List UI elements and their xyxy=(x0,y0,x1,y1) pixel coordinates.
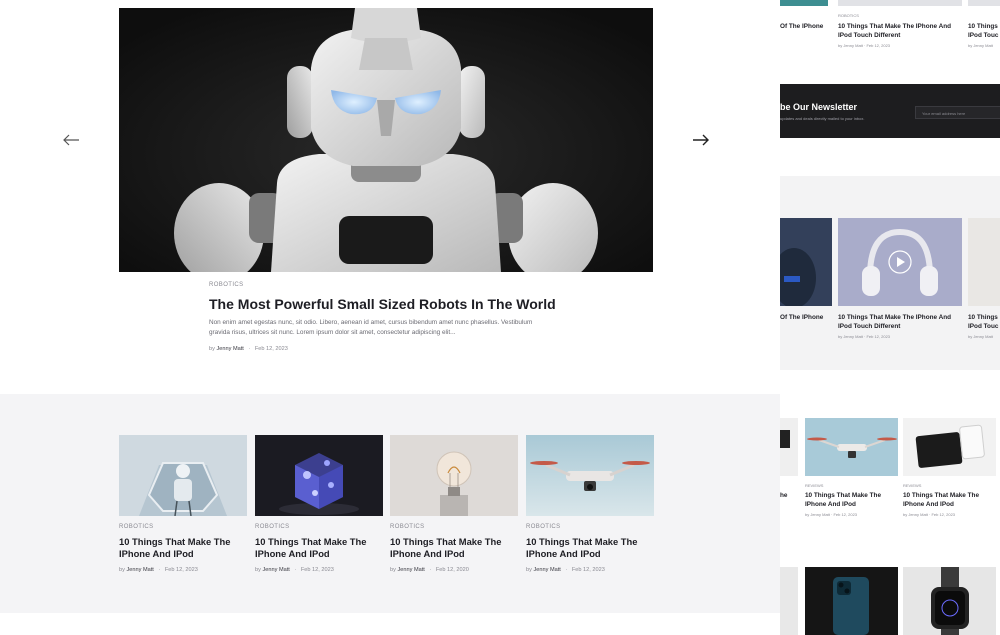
side-top-right-title-line1[interactable]: 10 Things xyxy=(968,22,998,31)
card-thumbnail-drone[interactable] xyxy=(526,435,654,516)
hero-category[interactable]: ROBOTICS xyxy=(209,282,559,288)
hero-by: by xyxy=(209,346,215,352)
post-card[interactable]: ROBOTICS 10 Things That Make The IPhone … xyxy=(390,435,518,573)
card-meta: by Jenny Matt · Feb 12, 2023 xyxy=(526,567,654,573)
hero-date: Feb 12, 2023 xyxy=(254,346,288,352)
side-top-section xyxy=(780,0,1000,84)
side-top-mid-title-line2[interactable]: IPod Touch Different xyxy=(838,31,900,40)
newsletter-subtitle: updates and deals directly mailed to you… xyxy=(780,116,865,121)
side-low-a-title-line2[interactable]: IPhone And IPod xyxy=(805,500,856,509)
card-thumbnail-light-bulb[interactable] xyxy=(390,435,518,516)
side-low-b-meta: by Jenny Matt · Feb 12, 2023 xyxy=(903,512,956,517)
side-low-left-title[interactable]: he xyxy=(780,491,787,500)
card-category[interactable]: ROBOTICS xyxy=(526,524,654,530)
meta-separator: · xyxy=(158,567,161,573)
side-low-b-title-line2[interactable]: IPhone And IPod xyxy=(903,500,954,509)
side-top-thumb[interactable] xyxy=(968,0,1000,6)
newsletter-title: be Our Newsletter xyxy=(780,102,858,112)
side-mid-thumb[interactable] xyxy=(968,218,1000,306)
side-top-right-title-line2[interactable]: IPod Touc xyxy=(968,31,998,40)
side-top-mid-title-line1[interactable]: 10 Things That Make The IPhone And xyxy=(838,22,951,31)
side-low-b-category[interactable]: REVIEWS xyxy=(903,483,921,488)
card-title[interactable]: 10 Things That Make The IPhone And IPod xyxy=(119,536,247,560)
side-low-thumb-tablet[interactable] xyxy=(903,418,996,476)
post-card[interactable]: ROBOTICS 10 Things That Make The IPhone … xyxy=(255,435,383,573)
side-preview-strip: Of The IPhone ROBOTICS 10 Things That Ma… xyxy=(780,0,1000,635)
card-title[interactable]: 10 Things That Make The IPhone And IPod xyxy=(390,536,518,560)
card-author[interactable]: Jenny Matt xyxy=(397,567,424,573)
side-mid-left-title[interactable]: Of The IPhone xyxy=(780,313,823,322)
card-date: Feb 12, 2020 xyxy=(435,567,469,573)
carousel-prev-arrow-icon[interactable] xyxy=(59,128,83,152)
side-mid-thumb-person[interactable] xyxy=(780,218,832,306)
card-category[interactable]: ROBOTICS xyxy=(119,524,247,530)
side-low-thumb[interactable] xyxy=(780,418,798,476)
card-category[interactable]: ROBOTICS xyxy=(390,524,518,530)
post-card[interactable]: ROBOTICS 10 Things That Make The IPhone … xyxy=(526,435,654,573)
side-low-b-title-line1[interactable]: 10 Things That Make The xyxy=(903,491,979,500)
card-thumbnail-robot-chair[interactable] xyxy=(119,435,247,516)
side-low-thumb-drone[interactable] xyxy=(805,418,898,476)
side-mid-mid-meta: by Jenny Matt · Feb 12, 2023 xyxy=(838,334,891,339)
card-meta: by Jenny Matt · Feb 12, 2020 xyxy=(390,567,518,573)
side-mid-mid-title-line1[interactable]: 10 Things That Make The IPhone And xyxy=(838,313,951,322)
meta-separator: · xyxy=(429,567,432,573)
post-card[interactable]: ROBOTICS 10 Things That Make The IPhone … xyxy=(119,435,247,573)
side-low-a-title-line1[interactable]: 10 Things That Make The xyxy=(805,491,881,500)
robot-illustration xyxy=(119,8,653,272)
card-meta: by Jenny Matt · Feb 12, 2023 xyxy=(119,567,247,573)
hero-author[interactable]: Jenny Matt xyxy=(216,346,243,352)
meta-separator: · xyxy=(294,567,297,573)
card-by: by xyxy=(255,567,261,573)
meta-separator: · xyxy=(565,567,568,573)
card-title[interactable]: 10 Things That Make The IPhone And IPod xyxy=(526,536,654,560)
card-date: Feb 12, 2023 xyxy=(571,567,605,573)
side-mid-right-title-line2[interactable]: IPod Touc xyxy=(968,322,998,331)
card-date: Feb 12, 2023 xyxy=(164,567,198,573)
side-top-thumb-teal[interactable] xyxy=(780,0,828,6)
card-date: Feb 12, 2023 xyxy=(300,567,334,573)
card-by: by xyxy=(390,567,396,573)
card-by: by xyxy=(119,567,125,573)
side-low-a-meta: by Jenny Matt · Feb 12, 2023 xyxy=(805,512,858,517)
side-low-a-category[interactable]: REVIEWS xyxy=(805,483,823,488)
hero-meta: by Jenny Matt · Feb 12, 2023 xyxy=(209,346,559,352)
carousel-next-arrow-icon[interactable] xyxy=(689,128,713,152)
side-mid-mid-title-line2[interactable]: IPod Touch Different xyxy=(838,322,900,331)
card-author[interactable]: Jenny Matt xyxy=(126,567,153,573)
hero-title[interactable]: The Most Powerful Small Sized Robots In … xyxy=(209,295,559,313)
hero-article: ROBOTICS The Most Powerful Small Sized R… xyxy=(209,282,559,352)
card-author[interactable]: Jenny Matt xyxy=(262,567,289,573)
side-mid-thumb-headphones[interactable] xyxy=(838,218,962,306)
side-top-left-title[interactable]: Of The IPhone xyxy=(780,22,823,31)
side-bottom-thumb[interactable] xyxy=(780,567,798,635)
side-mid-right-meta: by Jenny Matt xyxy=(968,334,993,339)
card-category[interactable]: ROBOTICS xyxy=(255,524,383,530)
hero-robot-image[interactable] xyxy=(119,8,653,272)
newsletter-banner: be Our Newsletter updates and deals dire… xyxy=(780,84,1000,138)
card-by: by xyxy=(526,567,532,573)
side-spacer xyxy=(780,138,1000,176)
main-panel: ROBOTICS The Most Powerful Small Sized R… xyxy=(0,0,780,635)
side-mid-right-title-line1[interactable]: 10 Things xyxy=(968,313,998,322)
hero-excerpt: Non enim amet egestas nunc, sit odio. Li… xyxy=(209,319,533,336)
side-bottom-thumb-phone[interactable] xyxy=(805,567,898,635)
side-top-mid-meta: by Jenny Matt · Feb 12, 2023 xyxy=(838,43,891,48)
newsletter-email-input[interactable]: Your email address here xyxy=(915,106,1000,119)
side-top-thumb[interactable] xyxy=(838,0,962,6)
side-top-right-meta: by Jenny Matt xyxy=(968,43,993,48)
side-bottom-thumb-watch[interactable] xyxy=(903,567,996,635)
side-top-mid-category[interactable]: ROBOTICS xyxy=(838,13,859,18)
card-title[interactable]: 10 Things That Make The IPhone And IPod xyxy=(255,536,383,560)
card-thumbnail-glowing-cube[interactable] xyxy=(255,435,383,516)
card-meta: by Jenny Matt · Feb 12, 2023 xyxy=(255,567,383,573)
card-author[interactable]: Jenny Matt xyxy=(533,567,560,573)
meta-separator: · xyxy=(248,346,251,352)
